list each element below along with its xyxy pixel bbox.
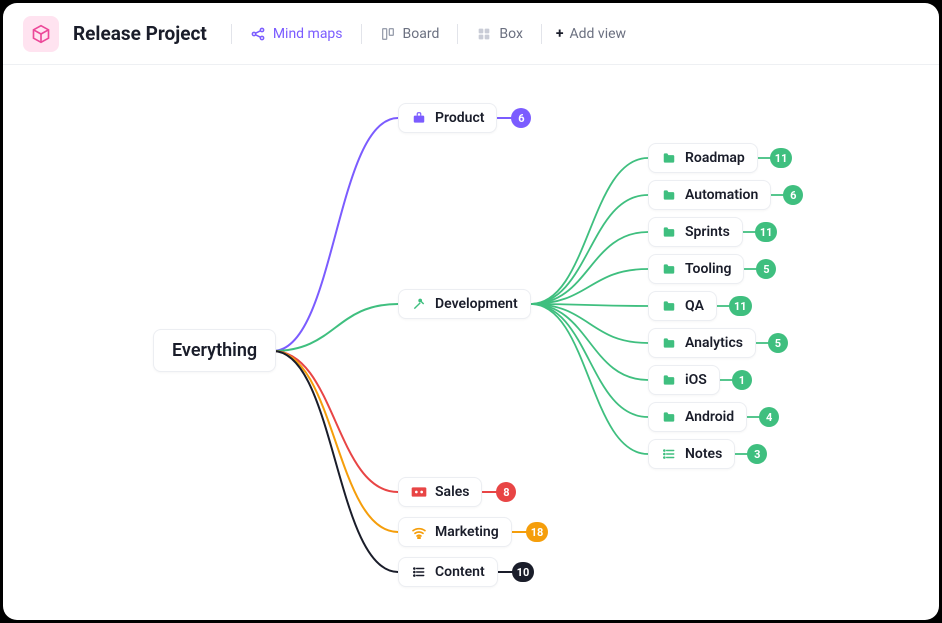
- node-dev-child[interactable]: Sprints: [648, 217, 743, 247]
- view-tabs: Mind maps Board Box: [227, 20, 632, 48]
- node-label: QA: [685, 298, 704, 314]
- node-label: Android: [685, 409, 734, 425]
- folder-icon: [661, 261, 677, 277]
- node-dev-child[interactable]: Tooling: [648, 254, 744, 284]
- count-badge: 3: [747, 444, 767, 464]
- count-badge: 10: [512, 562, 535, 582]
- node-content[interactable]: Content: [398, 557, 498, 587]
- count-badge: 4: [759, 407, 779, 427]
- board-icon: [380, 26, 396, 42]
- node-sales[interactable]: Sales: [398, 477, 482, 507]
- divider: [457, 24, 458, 44]
- node-development[interactable]: Development: [398, 289, 531, 319]
- count-badge: 5: [768, 333, 788, 353]
- node-dev-child[interactable]: Automation: [648, 180, 771, 210]
- count-badge: 11: [729, 296, 752, 316]
- node-label: Notes: [685, 446, 722, 462]
- tab-label: Box: [499, 26, 523, 42]
- node-dev-child[interactable]: Notes: [648, 439, 735, 469]
- mindmap-canvas[interactable]: Everything Product Development Sales Marketi…: [3, 65, 939, 620]
- project-logo: [23, 16, 59, 52]
- divider: [541, 24, 542, 44]
- tab-label: Mind maps: [273, 26, 343, 42]
- ticket-icon: [411, 484, 427, 500]
- tab-mindmaps[interactable]: Mind maps: [240, 20, 353, 48]
- node-dev-child[interactable]: Roadmap: [648, 143, 758, 173]
- node-label: Product: [435, 110, 484, 126]
- project-title: Release Project: [73, 22, 207, 45]
- node-product[interactable]: Product: [398, 103, 497, 133]
- node-label: iOS: [685, 372, 707, 388]
- tab-board[interactable]: Board: [370, 20, 450, 48]
- count-badge: 11: [755, 222, 778, 242]
- divider: [361, 24, 362, 44]
- node-label: Tooling: [685, 261, 731, 277]
- add-view-button[interactable]: + Add view: [550, 22, 632, 46]
- count-badge: 18: [526, 522, 549, 542]
- header: Release Project Mind maps: [3, 3, 939, 65]
- node-dev-child[interactable]: iOS: [648, 365, 720, 395]
- add-view-label: Add view: [570, 26, 627, 42]
- mindmap-icon: [250, 26, 266, 42]
- count-badge: 6: [783, 185, 803, 205]
- build-icon: [411, 296, 427, 312]
- box-icon: [476, 26, 492, 42]
- folder-icon: [661, 409, 677, 425]
- folder-icon: [661, 150, 677, 166]
- node-label: Sales: [435, 484, 469, 500]
- folder-icon: [661, 372, 677, 388]
- folder-icon: [661, 187, 677, 203]
- node-label: Roadmap: [685, 150, 745, 166]
- app-window: Release Project Mind maps: [3, 3, 939, 620]
- node-dev-child[interactable]: Android: [648, 402, 747, 432]
- tab-box[interactable]: Box: [466, 20, 533, 48]
- node-label: Marketing: [435, 524, 499, 540]
- count-badge: 5: [756, 259, 776, 279]
- folder-icon: [661, 335, 677, 351]
- plus-icon: +: [556, 26, 564, 42]
- node-dev-child[interactable]: QA: [648, 291, 717, 321]
- list-icon: [661, 446, 677, 462]
- folder-icon: [661, 224, 677, 240]
- wifi-icon: [411, 524, 427, 540]
- count-badge: 6: [511, 108, 531, 128]
- node-label: Content: [435, 564, 485, 580]
- count-badge: 8: [496, 482, 516, 502]
- node-label: Development: [435, 296, 518, 312]
- list-icon: [411, 564, 427, 580]
- node-label: Automation: [685, 187, 758, 203]
- node-marketing[interactable]: Marketing: [398, 517, 512, 547]
- count-badge: 11: [770, 148, 793, 168]
- node-label: Everything: [172, 340, 257, 361]
- node-label: Analytics: [685, 335, 743, 351]
- node-root[interactable]: Everything: [153, 329, 276, 372]
- node-label: Sprints: [685, 224, 730, 240]
- node-dev-child[interactable]: Analytics: [648, 328, 756, 358]
- briefcase-icon: [411, 110, 427, 126]
- tab-label: Board: [403, 26, 440, 42]
- folder-icon: [661, 298, 677, 314]
- divider: [231, 24, 232, 44]
- count-badge: 1: [732, 370, 752, 390]
